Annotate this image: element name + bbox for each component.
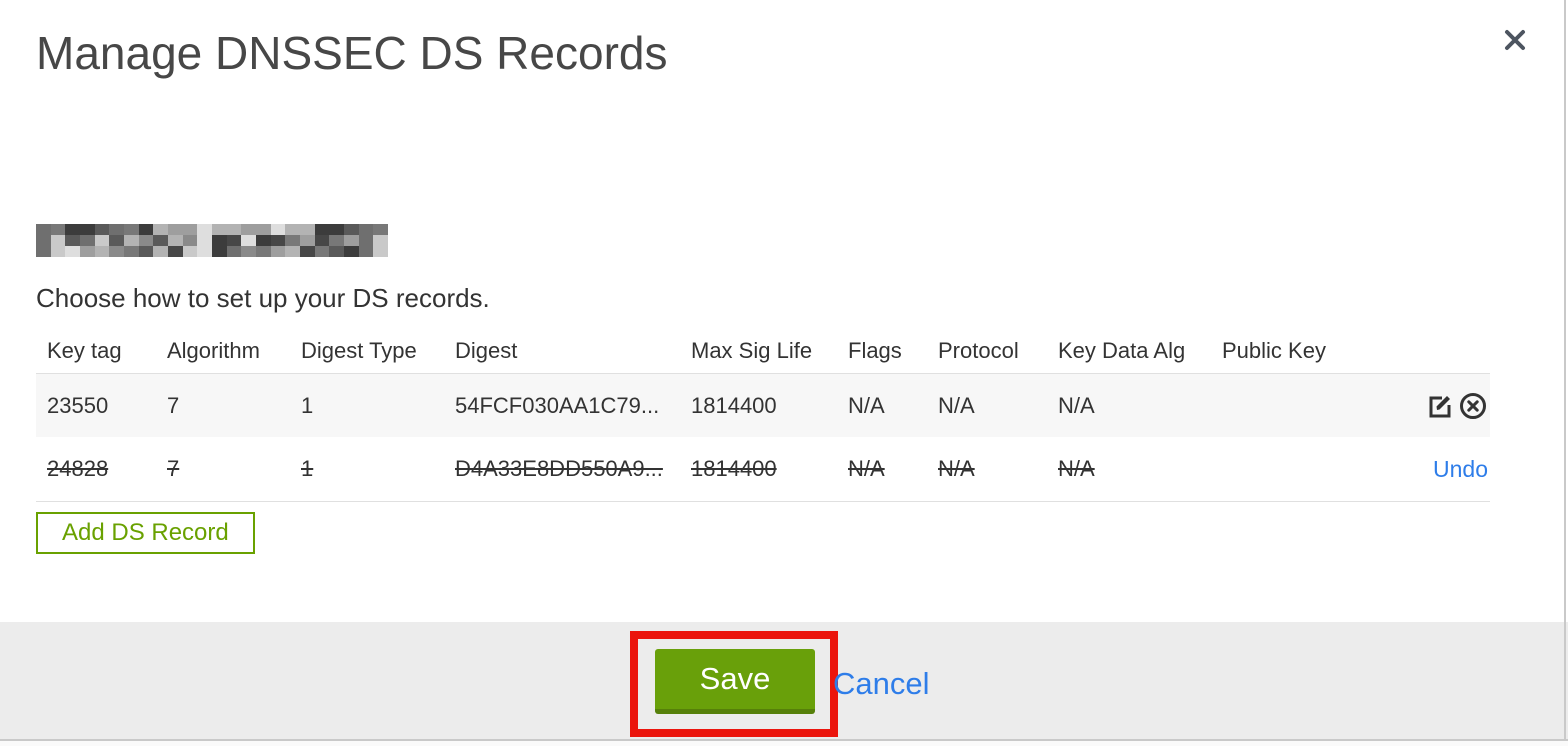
cell-protocol: N/A (938, 392, 975, 418)
domain-name-redacted (36, 224, 388, 257)
close-button[interactable] (1499, 20, 1539, 60)
table-header-row: Key tag Algorithm Digest Type Digest Max… (36, 328, 1490, 374)
ds-records-table: Key tag Algorithm Digest Type Digest Max… (36, 328, 1490, 502)
circle-x-icon (1458, 391, 1488, 421)
column-header-digest-type: Digest Type (301, 337, 417, 363)
delete-record-button[interactable] (1458, 391, 1488, 421)
instruction-text: Choose how to set up your DS records. (36, 283, 490, 313)
cell-flags: N/A (848, 392, 885, 418)
column-header-algorithm: Algorithm (167, 337, 260, 363)
edit-icon (1425, 391, 1455, 421)
cell-key-tag: 24828 (47, 456, 109, 481)
cell-key-data-alg: N/A (1058, 392, 1095, 418)
cell-protocol: N/A (938, 456, 975, 481)
cell-key-tag: 23550 (47, 392, 109, 418)
close-icon (1499, 24, 1539, 56)
column-header-max-sig-life: Max Sig Life (691, 337, 813, 363)
cancel-link[interactable]: Cancel (833, 666, 930, 702)
screenshot-bottom-edge (0, 739, 1568, 746)
table-row-deleted: 24828 7 1 D4A33E8DD550A9... 1814400 N/A … (36, 437, 1490, 502)
cell-digest: D4A33E8DD550A9... (455, 456, 663, 481)
dnssec-ds-records-modal: Manage DNSSEC DS Records Choose how to s… (0, 0, 1568, 746)
column-header-key-tag: Key tag (47, 337, 122, 363)
cell-max-sig-life: 1814400 (691, 456, 777, 481)
column-header-digest: Digest (455, 337, 518, 363)
cell-max-sig-life: 1814400 (691, 392, 777, 418)
edit-record-button[interactable] (1425, 391, 1455, 421)
cell-digest-type: 1 (301, 392, 314, 418)
modal-footer: Save Cancel (0, 622, 1568, 739)
column-header-protocol: Protocol (938, 337, 1019, 363)
cell-digest: 54FCF030AA1C79... (455, 392, 660, 418)
add-ds-record-button[interactable]: Add DS Record (36, 512, 255, 554)
screenshot-right-border (1564, 0, 1566, 746)
row-actions (1362, 391, 1490, 421)
cell-algorithm: 7 (167, 392, 180, 418)
table-row: 23550 7 1 54FCF030AA1C79... 1814400 N/A … (36, 374, 1490, 437)
cell-key-data-alg: N/A (1058, 456, 1095, 481)
column-header-flags: Flags (848, 337, 902, 363)
undo-link[interactable]: Undo (1433, 456, 1488, 483)
save-button[interactable]: Save (655, 649, 815, 714)
cell-digest-type: 1 (301, 456, 314, 481)
page-title: Manage DNSSEC DS Records (36, 27, 668, 79)
cell-algorithm: 7 (167, 456, 180, 481)
cell-flags: N/A (848, 456, 885, 481)
row-actions: Undo (1362, 456, 1490, 483)
column-header-public-key: Public Key (1222, 337, 1326, 363)
column-header-key-data-alg: Key Data Alg (1058, 337, 1186, 363)
